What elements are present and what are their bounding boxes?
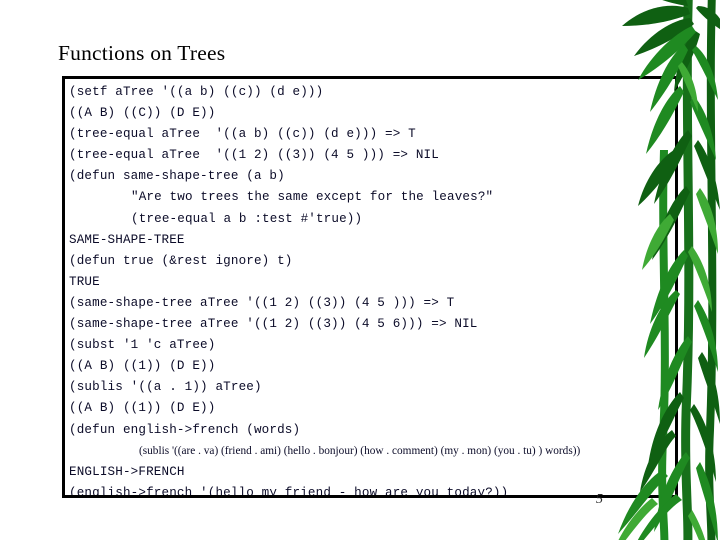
code-line: (setf aTree '((a b) ((c)) (d e))) bbox=[69, 85, 324, 99]
code-line: ((A B) ((1)) (D E)) bbox=[69, 359, 216, 374]
code-line: (subst '1 'c aTree) bbox=[69, 338, 216, 353]
code-listing-frame: (setf aTree '((a b) ((c)) (d e))) ((A B) … bbox=[62, 76, 678, 498]
code-line: (tree-equal aTree '((a b) ((c)) (d e))) … bbox=[69, 127, 416, 142]
code-line: (tree-equal a b :test #'true)) bbox=[131, 211, 363, 226]
code-line: (sublis '((are . va) (friend . ami) (hel… bbox=[139, 444, 581, 457]
code-line: (same-shape-tree aTree '((1 2) ((3)) (4 … bbox=[69, 317, 478, 332]
code-line: (tree-equal aTree '((1 2) ((3)) (4 5 )))… bbox=[69, 148, 439, 163]
page-number: 5 bbox=[596, 492, 603, 507]
code-line: (same-shape-tree aTree '((1 2) ((3)) (4 … bbox=[69, 295, 455, 310]
page-title: Functions on Trees bbox=[58, 41, 226, 66]
code-line: ENGLISH->FRENCH bbox=[69, 464, 185, 479]
code-line: SAME-SHAPE-TREE bbox=[69, 232, 185, 247]
code-line: ((A B) ((1)) (D E)) bbox=[69, 401, 216, 416]
code-line: (defun same-shape-tree (a b) bbox=[69, 169, 285, 184]
code-line: (defun true (&rest ignore) t) bbox=[69, 253, 293, 268]
code-line: (sublis '((a . 1)) aTree) bbox=[69, 380, 262, 395]
code-listing: (setf aTree '((a b) ((c)) (d e))) ((A B) … bbox=[69, 82, 675, 498]
slide: Functions on Trees (setf aTree '((a b) (… bbox=[0, 0, 720, 540]
code-line: (defun english->french (words) bbox=[69, 422, 301, 437]
code-line: "Are two trees the same except for the l… bbox=[131, 190, 494, 205]
code-line: ((A B) ((C)) (D E)) bbox=[69, 106, 216, 121]
code-line: (english->french '(hello my friend - how… bbox=[69, 485, 509, 498]
code-line: TRUE bbox=[69, 274, 100, 289]
